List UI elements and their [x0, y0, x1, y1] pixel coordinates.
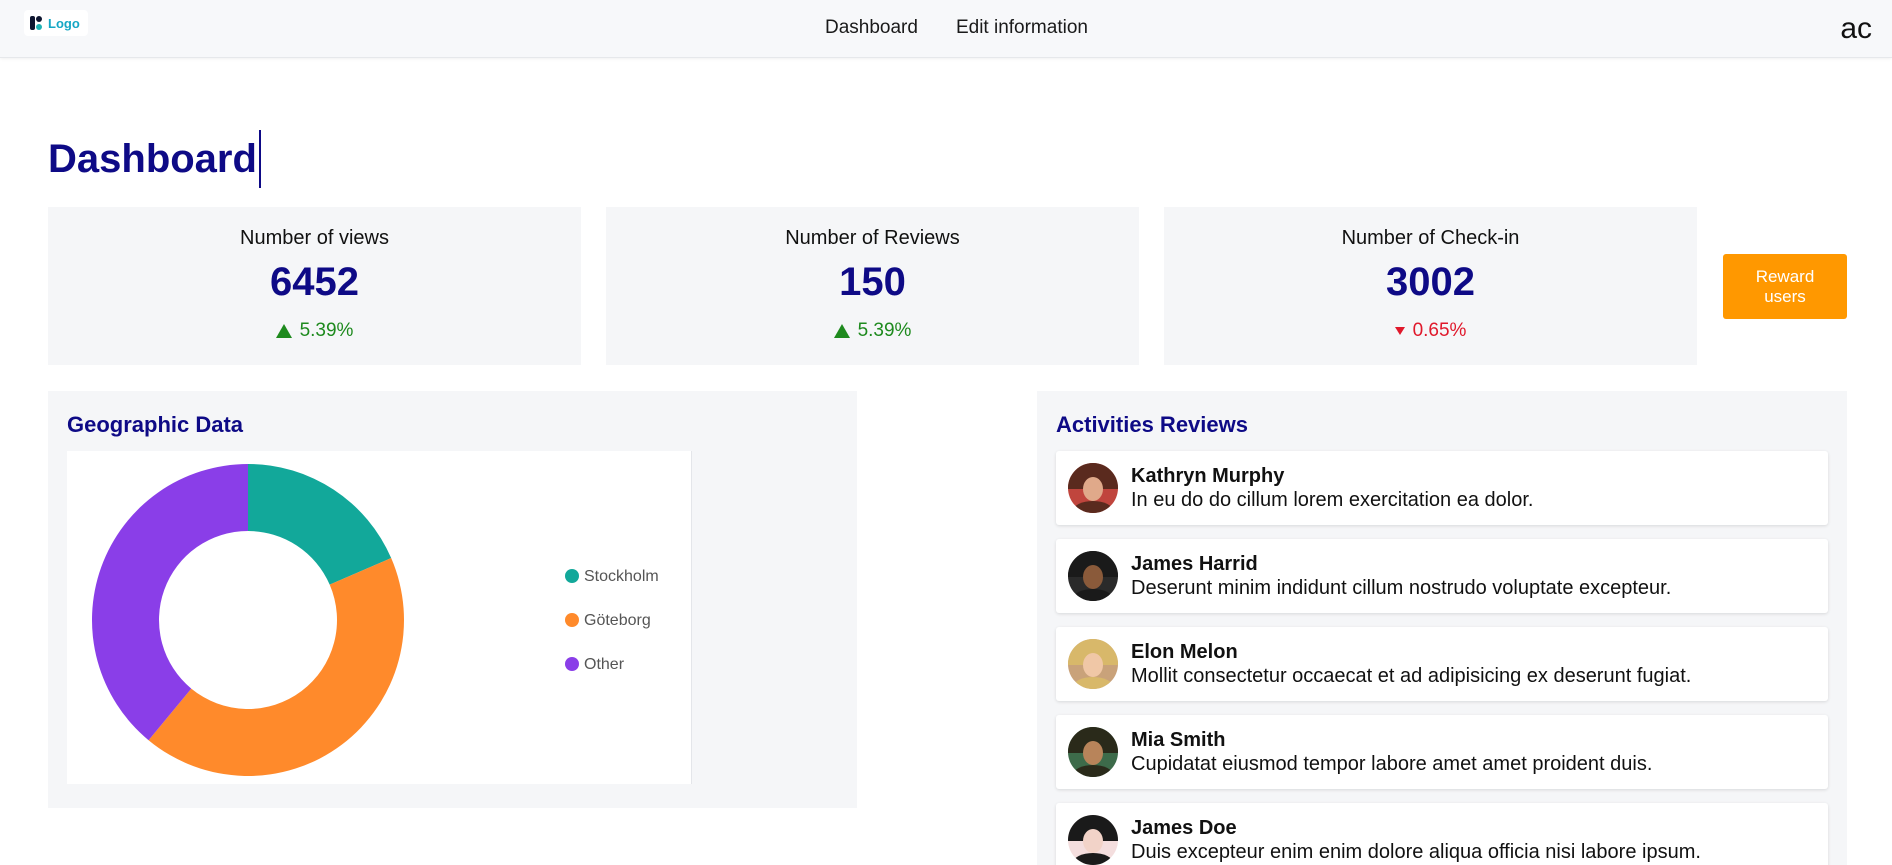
- stat-value: 3002: [1386, 260, 1475, 304]
- review-item[interactable]: Mia Smith Cupidatat eiusmod tempor labor…: [1056, 715, 1828, 789]
- stat-label: Number of Reviews: [785, 227, 960, 249]
- stat-card-checkin: Number of Check-in 3002 0.65%: [1164, 207, 1697, 365]
- stat-change: 5.39%: [606, 320, 1139, 342]
- reviewer-name: James Harrid: [1131, 553, 1258, 575]
- donut-chart-svg: Stockholm Göteborg Other: [91, 464, 659, 776]
- review-item[interactable]: James Harrid Deserunt minim indidunt cil…: [1056, 539, 1828, 613]
- legend-marker: [565, 569, 579, 583]
- avatar: [1068, 815, 1118, 865]
- legend-label[interactable]: Stockholm: [584, 568, 659, 585]
- donut-slice-stockholm[interactable]: [248, 464, 392, 585]
- review-item[interactable]: Kathryn Murphy In eu do do cillum lorem …: [1056, 451, 1828, 525]
- donut-slice-other[interactable]: [91, 464, 248, 741]
- reward-users-button[interactable]: Reward users: [1723, 254, 1847, 319]
- geographic-data-title: Geographic Data: [67, 412, 244, 437]
- legend-label[interactable]: Göteborg: [584, 612, 651, 629]
- reviewer-name: James Doe: [1131, 817, 1237, 839]
- review-text: Deserunt minim indidunt cillum nostrudo …: [1131, 577, 1672, 599]
- avatar: [1068, 463, 1118, 513]
- avatar: [1068, 639, 1118, 689]
- review-item[interactable]: James Doe Duis excepteur enim enim dolor…: [1056, 803, 1828, 865]
- donut-slice-g-teborg[interactable]: [148, 558, 404, 776]
- legend-label[interactable]: Other: [584, 656, 625, 673]
- stat-card-views: Number of views 6452 5.39%: [48, 207, 581, 365]
- stat-change-value: 5.39%: [299, 320, 354, 341]
- avatar: [1068, 727, 1118, 777]
- logo[interactable]: Logo: [24, 10, 88, 36]
- review-text: Cupidatat eiusmod tempor labore amet ame…: [1131, 753, 1653, 775]
- review-text: Duis excepteur enim enim dolore aliqua o…: [1131, 841, 1701, 863]
- arrow-up-icon: [275, 324, 292, 338]
- stat-label: Number of Check-in: [1341, 227, 1520, 249]
- review-text: In eu do do cillum lorem exercitation ea…: [1131, 489, 1534, 511]
- stat-card-reviews: Number of Reviews 150 5.39%: [606, 207, 1139, 365]
- geographic-data-panel: Geographic Data Stockholm Göteborg Other: [48, 391, 857, 808]
- logo-text: Logo: [48, 15, 80, 31]
- stat-value: 6452: [270, 260, 359, 304]
- stat-change-value: 0.65%: [1412, 320, 1467, 341]
- page-title: Dashboard: [48, 130, 261, 188]
- stat-change: 5.39%: [48, 320, 581, 342]
- user-avatar-initials[interactable]: ac: [1840, 12, 1872, 46]
- stat-change: 0.65%: [1164, 320, 1697, 342]
- arrow-down-icon: [1394, 327, 1405, 335]
- reviewer-name: Mia Smith: [1131, 729, 1226, 751]
- nav-link-dashboard[interactable]: Dashboard: [825, 17, 918, 39]
- review-text: Mollit consectetur occaecat et ad adipis…: [1131, 665, 1692, 687]
- activities-reviews-title: Activities Reviews: [1056, 412, 1248, 437]
- legend-marker: [565, 657, 579, 671]
- donut-chart: Stockholm Göteborg Other: [67, 451, 692, 784]
- legend-marker: [565, 613, 579, 627]
- nav-link-edit-information[interactable]: Edit information: [956, 17, 1088, 39]
- top-navbar: Logo Dashboard Edit information ac: [0, 0, 1892, 58]
- stat-change-value: 5.39%: [857, 320, 912, 341]
- stat-label: Number of views: [240, 227, 389, 249]
- nav-links: Dashboard Edit information: [825, 0, 1088, 55]
- arrow-up-icon: [833, 324, 850, 338]
- logo-icon: [30, 15, 44, 31]
- review-item[interactable]: Elon Melon Mollit consectetur occaecat e…: [1056, 627, 1828, 701]
- activities-reviews-panel: Activities Reviews Kathryn Murphy In eu …: [1037, 391, 1847, 865]
- review-list: Kathryn Murphy In eu do do cillum lorem …: [1056, 451, 1828, 865]
- reviewer-name: Kathryn Murphy: [1131, 465, 1285, 487]
- reviewer-name: Elon Melon: [1131, 641, 1238, 663]
- avatar: [1068, 551, 1118, 601]
- stat-value: 150: [839, 260, 906, 304]
